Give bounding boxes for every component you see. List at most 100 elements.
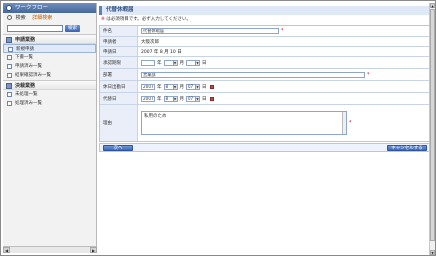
settle-year-input[interactable] <box>141 59 155 66</box>
cancel-button[interactable]: キャンセルする <box>387 145 427 151</box>
sidebar-item-label: 処理済み一覧 <box>15 101 42 106</box>
chevron-down-icon: ▼ <box>195 84 199 89</box>
sidebar-item-label: 新規申請 <box>16 47 34 52</box>
textarea-scrollbar[interactable] <box>342 112 346 134</box>
next-button[interactable]: 次へ <box>103 145 133 151</box>
folder-icon <box>6 83 12 89</box>
sidebar-search: 検索 <box>3 24 96 34</box>
section-apply[interactable]: 申請業務 <box>3 34 96 44</box>
document-icon <box>7 92 12 97</box>
year-unit: 年 <box>157 84 162 90</box>
scroll-up-icon[interactable]: ▲ <box>430 3 435 8</box>
scroll-right-icon[interactable]: ▶ <box>90 247 97 253</box>
work-day-select[interactable]: 07 ▼ <box>186 83 200 90</box>
calendar-icon[interactable] <box>209 84 214 89</box>
row-dept: 部署 営業部 * <box>100 69 430 81</box>
alt-day-select[interactable]: 07 ▼ <box>186 95 200 102</box>
chevron-down-icon: ▼ <box>172 96 177 101</box>
row-work-date: 休日出勤日 2007 年 8 ▼ 月 07 ▼ 日 <box>100 81 430 93</box>
section-approve[interactable]: 決裁業務 <box>3 80 96 90</box>
settle-day-select[interactable]: ▼ <box>186 59 200 66</box>
chevron-down-icon: ▼ <box>172 60 177 65</box>
applicant-label: 申請者 <box>100 37 138 46</box>
sidebar-header: ワークフロー <box>3 3 96 13</box>
scroll-left-icon[interactable]: ◀ <box>3 247 10 253</box>
button-bar: 次へ キャンセルする <box>99 143 431 152</box>
document-icon <box>7 55 12 60</box>
scrollbar-thumb[interactable] <box>430 9 435 241</box>
sidebar-item-drafts[interactable]: 下書一覧 <box>3 53 96 62</box>
sidebar-search-links: 検索 詳細検索 <box>3 13 96 24</box>
applicant-value: 大阪次郎 <box>141 39 159 45</box>
sidebar-item-unprocessed[interactable]: 未処理一覧 <box>3 90 96 99</box>
year-unit: 年 <box>157 96 162 102</box>
main-vertical-scrollbar[interactable]: ▲ ▼ <box>429 3 435 255</box>
apply-date-value: 2007 年 8 月 10 日 <box>141 49 182 55</box>
search-input[interactable] <box>7 25 63 32</box>
chevron-down-icon: ▼ <box>172 84 177 89</box>
advanced-search-link[interactable]: 詳細検索 <box>32 15 52 21</box>
sidebar-item-label: 未処理一覧 <box>15 92 38 97</box>
reason-textarea[interactable]: 私用のため <box>141 111 347 135</box>
settle-date-cell: 年 ▼ 月 ▼ 日 <box>138 57 430 68</box>
row-subject: 件名 代替休暇届 * <box>100 26 430 37</box>
sidebar-horizontal-scrollbar[interactable]: ◀ ▶ <box>3 246 97 253</box>
section-label: 申請業務 <box>15 37 36 43</box>
dept-label: 部署 <box>100 69 138 80</box>
row-reason: 理由 私用のため * <box>100 105 430 141</box>
main-panel: 代替休暇届 ※ は必須項目です。必ず入力してください。 件名 代替休暇届 * 申… <box>97 3 435 255</box>
selected-value: 07 <box>188 83 194 89</box>
dept-cell: 営業部 * <box>138 69 430 80</box>
required-mark: * <box>349 120 352 126</box>
year-unit: 年 <box>157 60 162 66</box>
subject-input[interactable]: 代替休暇届 <box>141 28 279 34</box>
search-link[interactable]: 検索 <box>16 15 26 21</box>
reason-cell: 私用のため * <box>138 105 430 141</box>
work-year-input[interactable]: 2007 <box>141 83 155 90</box>
sidebar-item-label: 下書一覧 <box>15 55 33 60</box>
required-note: ※ は必須項目です。必ず入力してください。 <box>101 17 191 23</box>
subject-cell: 代替休暇届 * <box>138 26 430 36</box>
work-month-select[interactable]: 8 ▼ <box>163 83 178 90</box>
search-icon <box>7 15 12 20</box>
dept-input[interactable]: 営業部 <box>141 71 365 78</box>
folder-icon <box>6 37 12 43</box>
workflow-icon <box>6 5 12 11</box>
work-date-cell: 2007 年 8 ▼ 月 07 ▼ 日 <box>138 81 430 92</box>
application-form: 件名 代替休暇届 * 申請者 大阪次郎 申請日 2007 年 8 月 10 日 … <box>99 25 431 142</box>
month-unit: 月 <box>179 96 185 102</box>
month-unit: 月 <box>179 84 185 90</box>
sidebar-title: ワークフロー <box>15 5 49 11</box>
work-date-label: 休日出勤日 <box>100 81 138 92</box>
reason-label: 理由 <box>100 105 138 141</box>
row-alt-date: 代替日 2007 年 8 ▼ 月 07 ▼ 日 <box>100 93 430 105</box>
page-title: 代替休暇届 <box>99 6 433 15</box>
selected-value: 8 <box>165 95 169 101</box>
month-unit: 月 <box>179 60 185 66</box>
alt-year-input[interactable]: 2007 <box>141 95 155 102</box>
settle-month-select[interactable]: ▼ <box>163 59 178 66</box>
sidebar-item-label: 結果確認済み一覧 <box>15 73 51 78</box>
sidebar: ワークフロー 検索 詳細検索 検索 申請業務 新規申請 下書一覧 申請済み一覧 <box>3 3 97 253</box>
chevron-down-icon: ▼ <box>195 60 199 65</box>
sidebar-item-applied[interactable]: 申請済み一覧 <box>3 62 96 71</box>
required-mark: * <box>281 28 284 34</box>
scroll-down-icon[interactable]: ▼ <box>430 250 435 255</box>
document-icon <box>7 101 12 106</box>
alt-month-select[interactable]: 8 ▼ <box>163 95 178 102</box>
calendar-icon[interactable] <box>209 96 214 101</box>
sidebar-item-new-apply[interactable]: 新規申請 <box>3 44 96 53</box>
day-unit: 日 <box>202 96 207 102</box>
subject-label: 件名 <box>100 26 138 36</box>
note-text: は必須項目です。必ず入力してください。 <box>106 17 191 22</box>
settle-date-label: 承認期限 <box>100 57 138 68</box>
search-button[interactable]: 検索 <box>65 25 80 32</box>
alt-date-label: 代替日 <box>100 93 138 104</box>
day-unit: 日 <box>202 60 207 66</box>
selected-value: 07 <box>188 95 194 101</box>
sidebar-item-processed[interactable]: 処理済み一覧 <box>3 99 96 108</box>
sidebar-item-label: 申請済み一覧 <box>15 64 42 69</box>
document-icon <box>7 73 12 78</box>
sidebar-item-result-confirmed[interactable]: 結果確認済み一覧 <box>3 71 96 80</box>
document-icon <box>8 47 13 52</box>
